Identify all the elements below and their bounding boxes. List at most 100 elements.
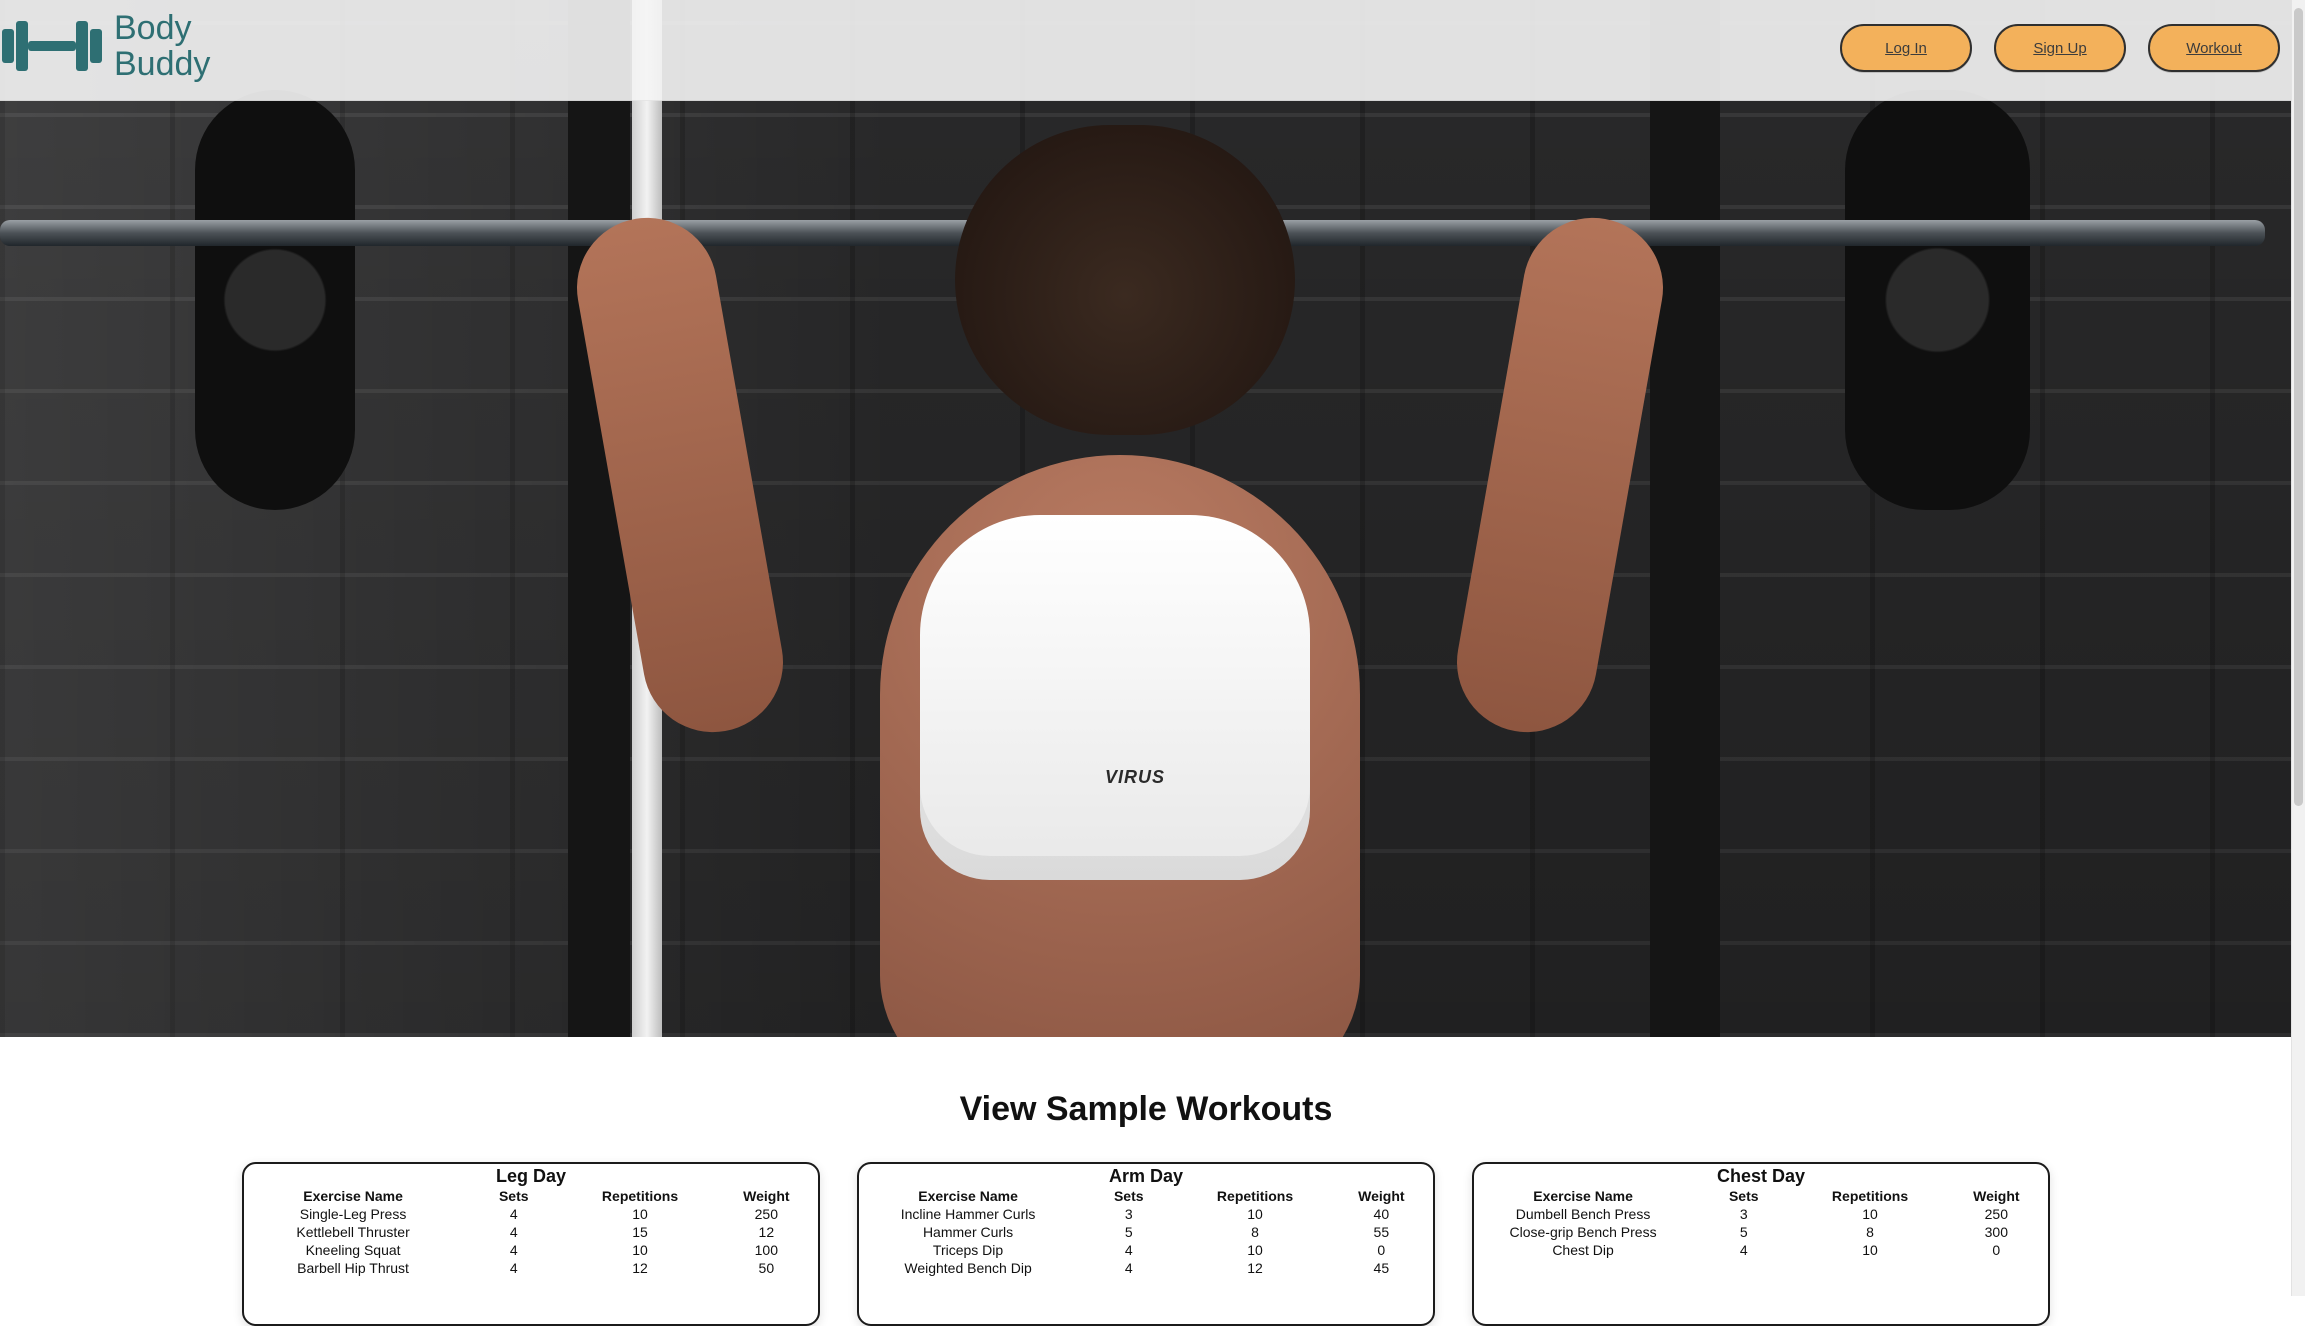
exercise-name: Dumbell Bench Press <box>1515 1206 1651 1222</box>
repetitions: 12 <box>1247 1260 1263 1276</box>
dumbbell-icon <box>2 21 102 71</box>
repetitions: 8 <box>1251 1224 1259 1240</box>
workout-cards: Leg Day Exercise Name Sets Repetitions W… <box>242 1162 2050 1326</box>
header-repetitions: Repetitions <box>1831 1188 1909 1204</box>
sets: 3 <box>1739 1206 1748 1222</box>
brand-line-1: Body <box>114 9 192 47</box>
weight: 300 <box>1984 1224 2008 1240</box>
exercise-name: Single-Leg Press <box>299 1206 407 1222</box>
table-row: Hammer Curls 5 8 55 <box>859 1223 1433 1241</box>
signup-button[interactable]: Sign Up <box>1994 24 2126 72</box>
weight: 0 <box>1377 1242 1386 1258</box>
exercise-name: Close-grip Bench Press <box>1509 1224 1657 1240</box>
exercise-name: Chest Dip <box>1552 1242 1614 1258</box>
table-row: Single-Leg Press 4 10 250 <box>244 1205 818 1223</box>
shirt-brand: VIRUS <box>1104 767 1165 787</box>
brand-line-2: Buddy <box>114 45 211 83</box>
table-row: Triceps Dip 4 10 0 <box>859 1241 1433 1259</box>
table-row: Close-grip Bench Press 5 8 300 <box>1474 1223 2048 1241</box>
table-row: Kettlebell Thruster 4 15 12 <box>244 1223 818 1241</box>
sets: 4 <box>1124 1242 1133 1258</box>
sets: 5 <box>1124 1224 1133 1240</box>
table-row: Dumbell Bench Press 3 10 250 <box>1474 1205 2048 1223</box>
weight-plate-right <box>1845 90 2030 510</box>
workout-card-arm-day: Arm Day Exercise Name Sets Repetitions W… <box>857 1162 1435 1326</box>
header-sets: Sets <box>1728 1188 1759 1204</box>
sets: 5 <box>1739 1224 1748 1240</box>
workout-table: Exercise Name Sets Repetitions Weight Si… <box>244 1187 818 1277</box>
repetitions: 8 <box>1866 1224 1874 1240</box>
repetitions: 15 <box>632 1224 648 1240</box>
sets: 4 <box>509 1242 518 1258</box>
table-row: Incline Hammer Curls 3 10 40 <box>859 1205 1433 1223</box>
weight: 50 <box>758 1260 775 1276</box>
exercise-name: Kneeling Squat <box>305 1242 401 1258</box>
card-title: Arm Day <box>1108 1166 1184 1186</box>
rack-upright-right <box>1650 0 1720 1037</box>
top-header: Body Buddy Log In Sign Up Workout <box>0 0 2292 101</box>
header-exercise-name: Exercise Name <box>1533 1188 1633 1204</box>
workout-card-leg-day: Leg Day Exercise Name Sets Repetitions W… <box>242 1162 820 1326</box>
header-exercise-name: Exercise Name <box>303 1188 403 1204</box>
weight-plate-left <box>195 90 355 510</box>
weight: 250 <box>1984 1206 2008 1222</box>
header-sets: Sets <box>498 1188 529 1204</box>
table-row: Weighted Bench Dip 4 12 45 <box>859 1259 1433 1277</box>
repetitions: 10 <box>1247 1206 1263 1222</box>
repetitions: 10 <box>1247 1242 1263 1258</box>
weight: 0 <box>1992 1242 2001 1258</box>
header-weight: Weight <box>1358 1188 1405 1204</box>
header-repetitions: Repetitions <box>601 1188 679 1204</box>
sets: 4 <box>509 1206 518 1222</box>
weight: 45 <box>1373 1260 1390 1276</box>
repetitions: 10 <box>1862 1206 1878 1222</box>
scrollbar-thumb[interactable] <box>2294 8 2303 806</box>
sets: 3 <box>1124 1206 1133 1222</box>
header-weight: Weight <box>743 1188 790 1204</box>
header-sets: Sets <box>1113 1188 1144 1204</box>
hero-image: VIRUS <box>0 0 2292 1037</box>
sets: 4 <box>509 1224 518 1240</box>
weight: 55 <box>1373 1224 1390 1240</box>
header-weight: Weight <box>1973 1188 2020 1204</box>
workout-label: Workout <box>2186 39 2242 57</box>
brand-name: Body Buddy <box>114 10 210 82</box>
scrollbar[interactable] <box>2291 0 2305 1296</box>
signup-label: Sign Up <box>2033 39 2087 57</box>
repetitions: 10 <box>632 1242 648 1258</box>
weight: 100 <box>754 1242 778 1258</box>
workout-table: Exercise Name Sets Repetitions Weight In… <box>859 1187 1433 1277</box>
header-repetitions: Repetitions <box>1216 1188 1294 1204</box>
header-exercise-name: Exercise Name <box>918 1188 1018 1204</box>
exercise-name: Weighted Bench Dip <box>904 1260 1032 1276</box>
weight: 40 <box>1373 1206 1390 1222</box>
table-row: Barbell Hip Thrust 4 12 50 <box>244 1259 818 1277</box>
card-title: Leg Day <box>495 1166 567 1186</box>
exercise-name: Kettlebell Thruster <box>296 1224 410 1240</box>
section-title: View Sample Workouts <box>959 1090 1333 1128</box>
sets: 4 <box>1739 1242 1748 1258</box>
exercise-name: Triceps Dip <box>932 1242 1004 1258</box>
card-title: Chest Day <box>1716 1166 1806 1186</box>
login-button[interactable]: Log In <box>1840 24 1972 72</box>
athlete: VIRUS <box>565 125 1675 1037</box>
weight: 12 <box>758 1224 775 1240</box>
login-label: Log In <box>1885 39 1927 57</box>
sets: 4 <box>1124 1260 1133 1276</box>
weight: 250 <box>754 1206 778 1222</box>
repetitions: 10 <box>632 1206 648 1222</box>
sets: 4 <box>509 1260 518 1276</box>
table-row: Chest Dip 4 10 0 <box>1474 1241 2048 1259</box>
exercise-name: Hammer Curls <box>922 1224 1014 1240</box>
table-row: Kneeling Squat 4 10 100 <box>244 1241 818 1259</box>
repetitions: 10 <box>1862 1242 1878 1258</box>
repetitions: 12 <box>632 1260 648 1276</box>
exercise-name: Incline Hammer Curls <box>900 1206 1036 1222</box>
exercise-name: Barbell Hip Thrust <box>297 1260 409 1276</box>
workout-card-chest-day: Chest Day Exercise Name Sets Repetitions… <box>1472 1162 2050 1326</box>
sports-top <box>920 515 1310 880</box>
brand-logo[interactable]: Body Buddy <box>0 10 210 82</box>
hair <box>955 125 1295 435</box>
workout-button[interactable]: Workout <box>2148 24 2280 72</box>
nav-buttons: Log In Sign Up Workout <box>1840 24 2280 72</box>
